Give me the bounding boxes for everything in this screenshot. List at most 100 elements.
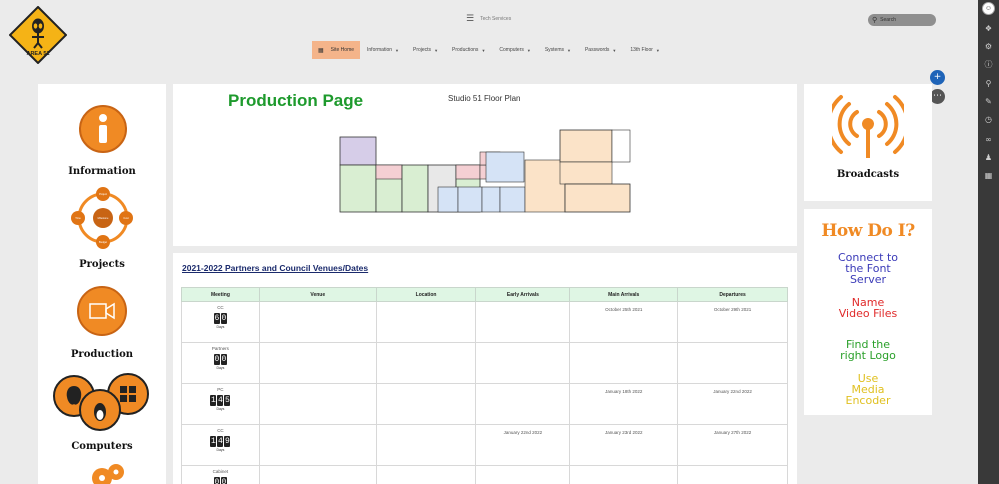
days-label: Days — [216, 366, 225, 370]
nav-productions[interactable]: Productions ▼ — [445, 41, 492, 59]
video-camera-icon[interactable] — [76, 285, 128, 337]
cell-main-arrivals: October 25th 2021 — [569, 301, 679, 343]
cell-location — [375, 342, 477, 384]
broadcast-icon[interactable] — [832, 94, 904, 160]
search-input[interactable] — [880, 17, 933, 23]
help-icon[interactable]: ⓘ — [984, 60, 993, 69]
counter-digit: 0 — [213, 477, 220, 484]
days-label: Days — [216, 407, 225, 411]
nav-systems[interactable]: Systems ▼ — [538, 41, 578, 59]
table-row: CC 1 4 9 Days January 22nd 2022 January 23rd 2… — [181, 424, 788, 466]
nav-label: 13th Floor — [630, 47, 653, 53]
cell-main-arrivals — [569, 465, 679, 484]
cell-venue — [258, 342, 377, 384]
gears-icon[interactable] — [88, 460, 128, 484]
venues-table: Meeting Venue Location Early Arrivals Ma… — [181, 287, 788, 484]
primary-nav: ▦ Site Home Information ▼ Projects ▼ Produ… — [312, 41, 667, 59]
page-title: Production Page — [228, 91, 364, 110]
nav-projects[interactable]: Projects ▼ — [406, 41, 445, 59]
more-options-button[interactable]: ⋯ — [930, 89, 945, 104]
how-do-i-title: How Do I? — [821, 221, 915, 241]
nav-information[interactable]: Information ▼ — [360, 41, 406, 59]
broadcasts-title[interactable]: Broadcasts — [804, 169, 932, 180]
chevron-down-icon: ▼ — [434, 47, 439, 53]
nav-label: Passwords — [584, 47, 610, 53]
link-name-video-files[interactable]: Name Video Files — [838, 297, 898, 319]
floor-plan-image[interactable] — [328, 122, 643, 224]
left-sidebar: Information Project Time Milestone Cost … — [38, 84, 166, 484]
chevron-down-icon: ▼ — [612, 47, 617, 53]
site-brand[interactable]: ☰ Tech Services — [466, 14, 511, 24]
col-departures: Departures — [677, 287, 788, 302]
pin-icon[interactable]: ❖ — [984, 24, 993, 33]
floor-plan-title: Studio 51 Floor Plan — [448, 94, 521, 103]
cell-venue — [258, 301, 377, 343]
cell-location — [375, 424, 477, 466]
information-icon[interactable] — [78, 104, 128, 154]
col-location: Location — [375, 287, 477, 302]
counter-digit: 4 — [217, 436, 224, 447]
information-title[interactable]: Information — [38, 166, 166, 177]
edit-icon[interactable]: ✎ — [984, 97, 993, 106]
users-icon[interactable]: ♟ — [984, 153, 993, 162]
area51-logo[interactable]: AREA 51 — [9, 6, 67, 64]
venues-block: 2021-2022 Partners and Council Venues/Da… — [173, 253, 797, 484]
cell-early-arrivals — [475, 342, 571, 384]
production-title[interactable]: Production — [38, 349, 166, 360]
cell-meeting: CC 1 4 9 Days — [181, 424, 260, 466]
cell-early-arrivals — [475, 383, 571, 425]
cell-location — [375, 301, 477, 343]
counter-digit: 0 — [213, 354, 220, 365]
nav-site-home[interactable]: ▦ Site Home — [312, 41, 361, 59]
os-computers-icon[interactable] — [52, 372, 152, 432]
nav-label: Information — [367, 47, 393, 53]
link-find-logo[interactable]: Find the right Logo — [838, 339, 898, 361]
cell-venue — [258, 424, 377, 466]
meeting-label: Cabinet — [212, 469, 229, 474]
cell-departures — [677, 342, 788, 384]
cell-departures — [677, 465, 788, 484]
avatar[interactable]: ☺ — [982, 2, 995, 15]
days-counter: 00 — [182, 354, 259, 365]
calendar-icon[interactable]: ▦ — [984, 171, 993, 180]
add-block-button[interactable]: + — [930, 70, 945, 85]
clock-icon[interactable]: ◷ — [984, 115, 993, 124]
table-row: Partners 0 0 Days — [181, 342, 788, 384]
counter-digit: 6 — [213, 313, 220, 324]
link-font-server[interactable]: Connect to the Font Server — [831, 252, 905, 285]
cell-meeting: Partners 0 0 Days — [181, 342, 260, 384]
meeting-label: CC — [217, 305, 224, 310]
nav-label: Projects — [413, 47, 432, 53]
cell-early-arrivals — [475, 301, 571, 343]
table-row: CC 6 0 Days October 25th 2021 October 29th 20… — [181, 301, 788, 343]
meeting-label: Partners — [211, 346, 229, 351]
nav-passwords[interactable]: Passwords ▼ — [578, 41, 623, 59]
chevron-down-icon: ▼ — [395, 47, 399, 53]
node-cost: Cost — [123, 217, 128, 220]
grid-icon: ▦ — [318, 47, 324, 54]
counter-digit: 4 — [217, 395, 224, 406]
gear-icon[interactable]: ⚙ — [984, 42, 993, 51]
broadcasts-block: Broadcasts — [804, 84, 932, 201]
nav-label: Computers — [499, 47, 524, 53]
search-icon[interactable]: ⚲ — [984, 79, 993, 88]
cell-meeting: CC 6 0 Days — [181, 301, 260, 343]
table-row: PC 1 4 5 Days January 18th 2022 January 22nd 2… — [181, 383, 788, 425]
projects-title[interactable]: Projects — [38, 259, 166, 270]
cell-main-arrivals — [569, 342, 679, 384]
counter-digit: 1 — [210, 395, 217, 406]
cell-venue — [258, 383, 377, 425]
search-box[interactable]: ⚲ — [868, 14, 936, 26]
menu-icon[interactable]: ☰ — [466, 14, 474, 24]
link-icon[interactable]: ∞ — [984, 135, 993, 144]
projects-icon[interactable]: Project Time Milestone Cost Budget — [64, 186, 142, 250]
nav-13th-floor[interactable]: 13th Floor ▼ — [623, 41, 666, 59]
computers-title[interactable]: Computers — [38, 441, 166, 452]
nav-label: Site Home — [330, 47, 355, 53]
node-milestone: Milestone — [98, 217, 109, 220]
link-media-encoder[interactable]: Use Media Encoder — [843, 373, 893, 406]
table-title[interactable]: 2021-2022 Partners and Council Venues/Da… — [182, 263, 368, 273]
cell-venue — [258, 465, 377, 484]
nav-computers[interactable]: Computers ▼ — [492, 41, 537, 59]
cell-departures: January 22nd 2022 — [677, 383, 788, 425]
